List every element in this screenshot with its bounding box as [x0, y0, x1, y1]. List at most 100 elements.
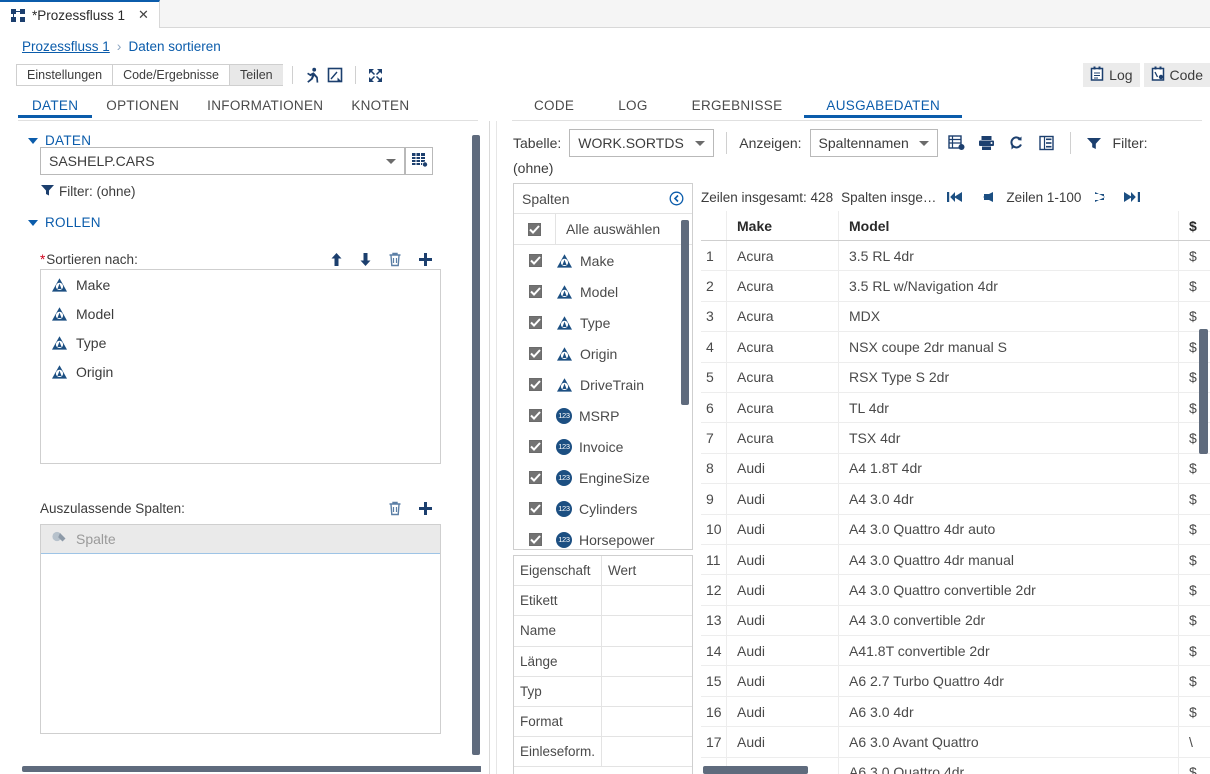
prev-page-icon[interactable]	[977, 190, 994, 204]
breadcrumb-root[interactable]: Prozessfluss 1	[22, 39, 110, 54]
grid-header-make[interactable]: Make	[727, 211, 839, 240]
exclude-columns-list[interactable]: Spalte	[40, 524, 441, 734]
delete-icon[interactable]	[388, 252, 402, 267]
table-row[interactable]: 17 Audi A6 3.0 Avant Quattro \	[701, 727, 1210, 758]
split-button[interactable]: Teilen	[228, 64, 283, 86]
properties-row[interactable]: Einleseform.	[514, 737, 692, 768]
column-list-item[interactable]: Make	[514, 245, 692, 276]
table-row[interactable]: 11 Audi A4 3.0 Quattro 4dr manual $	[701, 544, 1210, 576]
column-checkbox-cell[interactable]	[514, 400, 556, 431]
table-row[interactable]: 6 Acura TL 4dr $	[701, 392, 1210, 424]
sort-by-list[interactable]: Make Model Type Origin	[40, 269, 441, 464]
move-down-icon[interactable]	[359, 252, 372, 267]
checkbox-checked-icon[interactable]	[528, 378, 542, 391]
section-header-daten[interactable]: DATEN	[28, 133, 91, 148]
grid-horizontal-scrollbar[interactable]	[703, 766, 808, 774]
table-row[interactable]: 3 Acura MDX $	[701, 301, 1210, 333]
panel-splitter[interactable]	[489, 121, 490, 774]
close-icon[interactable]: ✕	[138, 7, 149, 23]
add-icon[interactable]	[418, 501, 433, 516]
last-page-icon[interactable]	[1123, 190, 1141, 204]
code-button[interactable]: Code	[1143, 63, 1210, 87]
refresh-icon[interactable]	[1006, 132, 1028, 154]
table-properties-icon[interactable]	[946, 132, 968, 154]
properties-row[interactable]: Format	[514, 706, 692, 738]
column-list-item[interactable]: 123 Cylinders	[514, 493, 692, 524]
checkbox-checked-icon[interactable]	[528, 471, 542, 484]
left-panel-vertical-scrollbar[interactable]	[472, 135, 480, 755]
checkbox-checked-icon[interactable]	[528, 502, 542, 515]
table-row[interactable]: 5 Acura RSX Type S 2dr $	[701, 362, 1210, 393]
filter-icon[interactable]	[1083, 132, 1105, 154]
output-data-grid[interactable]: Make Model $ 1 Acura 3.5 RL 4dr $2 Acura 3.5 RL…	[701, 211, 1210, 774]
column-list-item[interactable]: 123 MSRP	[514, 400, 692, 431]
columns-list[interactable]: Make Model Type Origin DriveTrain 123 MSRP 123 I…	[514, 245, 692, 549]
table-row[interactable]: 14 Audi A41.8T convertible 2dr $	[701, 636, 1210, 667]
tab-optionen[interactable]: OPTIONEN	[92, 93, 193, 118]
column-list-item[interactable]: 123 EngineSize	[514, 462, 692, 493]
checkbox-checked-icon[interactable]	[528, 409, 542, 422]
column-checkbox-cell[interactable]	[514, 493, 556, 524]
column-checkbox-cell[interactable]	[514, 245, 556, 276]
move-up-icon[interactable]	[330, 252, 343, 267]
column-list-item[interactable]: 123 Invoice	[514, 431, 692, 462]
checkbox-checked-icon[interactable]	[528, 440, 542, 453]
column-list-item[interactable]: 123 Horsepower	[514, 524, 692, 549]
checkbox-checked-icon[interactable]	[528, 347, 542, 360]
run-icon[interactable]	[302, 65, 324, 85]
code-results-button[interactable]: Code/Ergebnisse	[112, 64, 229, 86]
table-row[interactable]: 15 Audi A6 2.7 Turbo Quattro 4dr $	[701, 666, 1210, 697]
tab-daten[interactable]: DATEN	[18, 93, 93, 118]
collapse-left-icon[interactable]	[669, 191, 684, 206]
table-row[interactable]: 2 Acura 3.5 RL w/Navigation 4dr $	[701, 271, 1210, 302]
table-row[interactable]: 10 Audi A4 3.0 Quattro 4dr auto $	[701, 514, 1210, 545]
grid-body[interactable]: 1 Acura 3.5 RL 4dr $2 Acura 3.5 RL w/Navigati…	[701, 241, 1210, 774]
properties-row[interactable]: Name	[514, 616, 692, 647]
select-all-row[interactable]: Alle auswählen	[514, 214, 692, 245]
grid-vertical-scrollbar[interactable]	[1199, 329, 1208, 454]
document-tab-prozessfluss[interactable]: *Prozessfluss 1 ✕	[0, 0, 160, 28]
column-checkbox-cell[interactable]	[514, 276, 556, 307]
sort-by-item[interactable]: Make	[41, 270, 440, 299]
properties-row[interactable]: Etikett	[514, 586, 692, 617]
column-checkbox-cell[interactable]	[514, 369, 556, 400]
column-checkbox-cell[interactable]	[514, 338, 556, 369]
settings-button[interactable]: Einstellungen	[16, 64, 113, 86]
tab-ausgabedaten[interactable]: AUSGABEDATEN	[804, 93, 963, 118]
column-checkbox-cell[interactable]	[514, 524, 556, 549]
select-table-button[interactable]	[405, 147, 433, 175]
table-row[interactable]: 13 Audi A4 3.0 convertible 2dr $	[701, 605, 1210, 637]
maximize-icon[interactable]	[365, 65, 387, 85]
column-checkbox-cell[interactable]	[514, 462, 556, 493]
print-icon[interactable]	[976, 132, 998, 154]
column-list-item[interactable]: Model	[514, 276, 692, 307]
column-checkbox-cell[interactable]	[514, 431, 556, 462]
table-row[interactable]: 4 Acura NSX coupe 2dr manual S $	[701, 332, 1210, 363]
section-header-rollen[interactable]: ROLLEN	[28, 215, 101, 230]
next-page-icon[interactable]	[1094, 190, 1111, 204]
tab-log[interactable]: LOG	[596, 93, 669, 118]
column-list-item[interactable]: DriveTrain	[514, 369, 692, 400]
delete-icon[interactable]	[388, 501, 402, 516]
column-checkbox-cell[interactable]	[514, 307, 556, 338]
sort-by-item[interactable]: Origin	[41, 357, 440, 386]
sort-by-item[interactable]: Type	[41, 328, 440, 357]
table-row[interactable]: 12 Audi A4 3.0 Quattro convertible 2dr $	[701, 575, 1210, 606]
properties-row[interactable]: Länge	[514, 646, 692, 677]
tab-ergebnisse[interactable]: ERGEBNISSE	[670, 93, 805, 118]
checkbox-checked-icon[interactable]	[528, 222, 541, 236]
properties-row[interactable]: Typ	[514, 676, 692, 707]
checkbox-checked-icon[interactable]	[528, 533, 542, 546]
dataset-select[interactable]: SASHELP.CARS	[40, 147, 405, 175]
log-button[interactable]: Log	[1083, 63, 1140, 87]
data-filter-row[interactable]: Filter: (ohne)	[40, 183, 136, 200]
table-row[interactable]: 16 Audi A6 3.0 4dr $	[701, 696, 1210, 728]
checkbox-checked-icon[interactable]	[528, 285, 542, 298]
tab-informationen[interactable]: INFORMATIONEN	[193, 93, 337, 118]
save-snapshot-icon[interactable]	[324, 65, 346, 85]
exclude-placeholder-row[interactable]: Spalte	[41, 525, 440, 554]
grid-header-msrp[interactable]: $	[1179, 211, 1209, 240]
column-list-item[interactable]: Type	[514, 307, 692, 338]
table-row[interactable]: 7 Acura TSX 4dr $	[701, 423, 1210, 454]
tab-code[interactable]: CODE	[512, 93, 596, 118]
